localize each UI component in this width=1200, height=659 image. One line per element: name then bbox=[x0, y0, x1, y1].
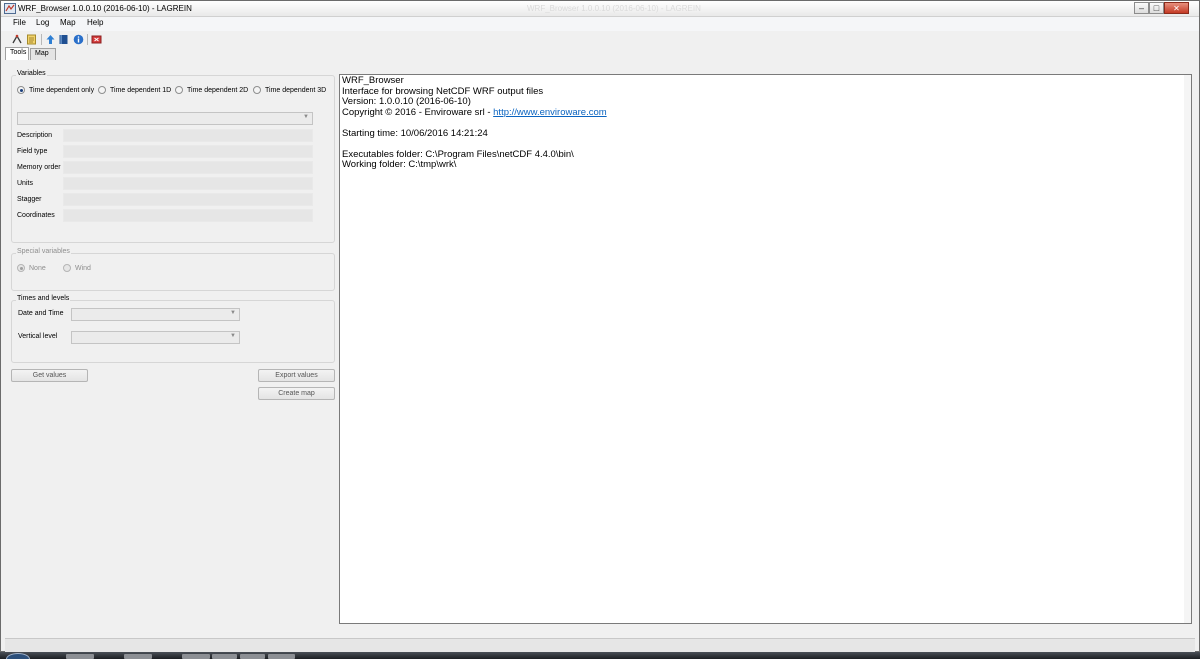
menu-log[interactable]: Log bbox=[36, 18, 49, 27]
exit-icon[interactable] bbox=[91, 34, 102, 45]
app-icon bbox=[4, 3, 16, 14]
menu-map[interactable]: Map bbox=[60, 18, 76, 27]
vertical-level-select[interactable]: ▼ bbox=[71, 331, 240, 344]
chevron-down-icon: ▼ bbox=[230, 310, 236, 316]
notes-icon[interactable] bbox=[26, 34, 37, 45]
toolbar-separator bbox=[87, 34, 88, 45]
date-time-select[interactable]: ▼ bbox=[71, 308, 240, 321]
radio-label: Time dependent 3D bbox=[265, 86, 327, 94]
app-window: WRF_Browser 1.0.0.10 (2016-06-10) - LAGR… bbox=[0, 0, 1200, 652]
radio-time-dependent-only[interactable]: Time dependent only bbox=[17, 86, 94, 94]
special-variables-group-title: Special variables bbox=[16, 248, 71, 255]
coordinates-label: Coordinates bbox=[17, 212, 55, 219]
menu-bar: File Log Map Help bbox=[1, 17, 1199, 31]
upload-icon[interactable] bbox=[45, 34, 56, 45]
radio-time-dependent-2d[interactable]: Time dependent 2D bbox=[175, 86, 248, 94]
vertical-level-label: Vertical level bbox=[18, 333, 58, 340]
status-bar bbox=[5, 638, 1195, 652]
log-copyright: Copyright © 2016 - Enviroware srl - http… bbox=[342, 106, 1189, 119]
memory-order-label: Memory order bbox=[17, 164, 61, 171]
radio-indicator bbox=[63, 264, 71, 272]
minimize-icon: – bbox=[1138, 3, 1144, 13]
book-icon[interactable] bbox=[58, 34, 69, 45]
log-executables-folder: Executables folder: C:\Program Files\net… bbox=[342, 148, 574, 160]
taskbar bbox=[0, 652, 1200, 659]
log-spacer bbox=[342, 118, 1189, 129]
close-button[interactable]: ✕ bbox=[1164, 2, 1189, 14]
radio-time-dependent-3d[interactable]: Time dependent 3D bbox=[253, 86, 326, 94]
taskbar-item[interactable] bbox=[268, 654, 295, 659]
get-values-button[interactable]: Get values bbox=[11, 369, 88, 382]
chevron-down-icon: ▼ bbox=[230, 333, 236, 339]
close-icon: ✕ bbox=[1173, 4, 1180, 13]
radio-label: Time dependent only bbox=[29, 86, 95, 94]
units-label: Units bbox=[17, 180, 33, 187]
taskbar-item[interactable] bbox=[212, 654, 237, 659]
radio-wind[interactable]: Wind bbox=[63, 264, 91, 272]
log-output[interactable]: WRF_Browser Interface for browsing NetCD… bbox=[339, 74, 1192, 624]
log-app-name: WRF_Browser bbox=[342, 75, 404, 86]
variable-select[interactable]: ▼ bbox=[17, 112, 313, 125]
website-link[interactable]: http://www.enviroware.com bbox=[493, 107, 607, 118]
radio-label: None bbox=[29, 264, 46, 272]
radio-indicator bbox=[98, 86, 106, 94]
window-title: WRF_Browser 1.0.0.10 (2016-06-10) - LAGR… bbox=[18, 4, 192, 13]
description-label: Description bbox=[17, 132, 53, 139]
radio-time-dependent-1d[interactable]: Time dependent 1D bbox=[98, 86, 171, 94]
tab-tools[interactable]: Tools bbox=[5, 47, 29, 60]
coordinates-field bbox=[63, 209, 313, 222]
radio-indicator bbox=[175, 86, 183, 94]
times-levels-group-title: Times and levels bbox=[16, 295, 71, 302]
times-levels-group: Times and levels Date and Time ▼ Vertica… bbox=[11, 295, 335, 363]
date-time-label: Date and Time bbox=[18, 310, 64, 317]
stagger-field bbox=[63, 193, 313, 206]
radio-indicator bbox=[17, 86, 25, 94]
radio-label: Time dependent 2D bbox=[187, 86, 249, 94]
chevron-down-icon: ▼ bbox=[303, 114, 309, 120]
radio-indicator bbox=[17, 264, 25, 272]
log-spacer bbox=[342, 139, 1189, 150]
window-controls: – □ ✕ bbox=[1134, 2, 1189, 14]
log-working-folder: Working folder: C:\tmp\wrk\ bbox=[342, 159, 457, 170]
maximize-button[interactable]: □ bbox=[1149, 2, 1164, 14]
log-scrollbar[interactable] bbox=[1184, 75, 1191, 623]
memory-order-field bbox=[63, 161, 313, 174]
title-bar[interactable]: WRF_Browser 1.0.0.10 (2016-06-10) - LAGR… bbox=[1, 1, 1199, 17]
menu-file[interactable]: File bbox=[13, 18, 26, 27]
units-field bbox=[63, 177, 313, 190]
radio-indicator bbox=[253, 86, 261, 94]
taskbar-item[interactable] bbox=[240, 654, 265, 659]
special-variables-group: Special variables None Wind bbox=[11, 248, 335, 291]
log-starting-time: Starting time: 10/06/2016 14:21:24 bbox=[342, 127, 488, 139]
start-button[interactable] bbox=[6, 653, 30, 659]
window-title-reflection: WRF_Browser 1.0.0.10 (2016-06-10) - LAGR… bbox=[527, 4, 701, 13]
menu-help[interactable]: Help bbox=[87, 18, 103, 27]
field-type-field bbox=[63, 145, 313, 158]
taskbar-item[interactable] bbox=[124, 654, 152, 659]
tab-map[interactable]: Map bbox=[30, 48, 56, 60]
maximize-icon: □ bbox=[1153, 3, 1160, 13]
open-icon[interactable] bbox=[12, 34, 23, 45]
toolbar bbox=[1, 32, 1199, 47]
stagger-label: Stagger bbox=[17, 196, 42, 203]
variables-group: Variables Time dependent only Time depen… bbox=[11, 70, 335, 243]
radio-label: Time dependent 1D bbox=[110, 86, 172, 94]
taskbar-item[interactable] bbox=[66, 654, 94, 659]
create-map-button[interactable]: Create map bbox=[258, 387, 335, 400]
info-icon[interactable] bbox=[73, 34, 84, 45]
description-field bbox=[63, 129, 313, 142]
export-values-button[interactable]: Export values bbox=[258, 369, 335, 382]
variables-group-title: Variables bbox=[16, 70, 47, 77]
field-type-label: Field type bbox=[17, 148, 48, 155]
tools-panel: Variables Time dependent only Time depen… bbox=[5, 60, 339, 624]
radio-none[interactable]: None bbox=[17, 264, 46, 272]
toolbar-separator bbox=[41, 34, 42, 45]
minimize-button[interactable]: – bbox=[1134, 2, 1149, 14]
log-copyright-text: Copyright © 2016 - Enviroware srl - bbox=[342, 106, 494, 118]
radio-label: Wind bbox=[75, 264, 91, 272]
taskbar-item[interactable] bbox=[182, 654, 210, 659]
